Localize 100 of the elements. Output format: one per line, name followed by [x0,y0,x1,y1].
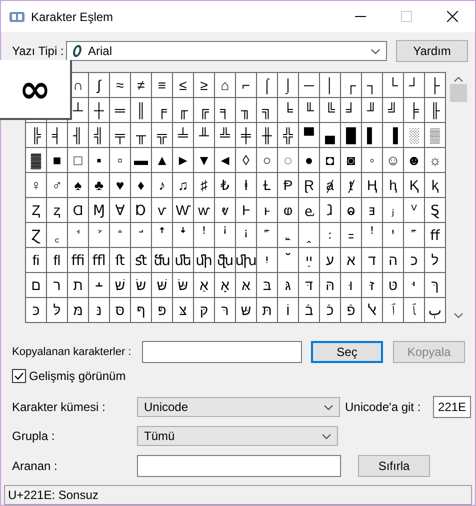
character-cell[interactable]: ⱦ [341,173,361,197]
character-cell[interactable]: ₺ [215,173,235,197]
character-cell[interactable]: ⱨ [383,173,403,197]
select-button[interactable]: Seç [311,341,383,363]
character-cell[interactable]: ║ [131,98,151,122]
character-cell[interactable]: ╔ [194,98,214,122]
character-cell[interactable]: ╠ [26,123,46,147]
character-cell[interactable]: ꜝ [194,223,214,247]
character-cell[interactable]: ♦ [131,173,151,197]
character-cell[interactable]: Ⱳ [173,198,193,222]
character-cell[interactable]: ≡ [152,73,172,97]
character-cell[interactable]: ﭒ [425,298,445,322]
character-cell[interactable]: ﬕ [194,248,214,272]
character-cell[interactable]: ⱻ [362,198,382,222]
character-cell[interactable]: ♠ [68,173,88,197]
character-cell[interactable]: ╢ [68,123,88,147]
character-cell[interactable]: ⱡ [236,173,256,197]
scroll-up-icon[interactable] [454,77,463,82]
character-cell[interactable]: כּ [26,298,46,322]
character-cell[interactable]: צּ [173,298,193,322]
character-cell[interactable]: ╛ [341,98,361,122]
character-cell[interactable]: ╞ [404,98,424,122]
character-cell[interactable]: ⱷ [278,198,298,222]
character-cell[interactable]: ☻ [404,148,424,172]
character-cell[interactable]: ▐ [383,123,403,147]
character-cell[interactable]: ꜡ [278,223,298,247]
character-cell[interactable]: ╗ [257,98,277,122]
character-cell[interactable]: ◊ [236,148,256,172]
character-cell[interactable]: ﬦ [26,273,46,297]
character-cell[interactable]: ≈ [110,73,130,97]
character-cell[interactable]: ╪ [236,123,256,147]
character-cell[interactable]: ꜝ [362,223,382,247]
character-cell[interactable]: ╣ [89,123,109,147]
character-cell[interactable]: ○ [257,148,277,172]
character-cell[interactable]: ♣ [89,173,109,197]
character-cell[interactable]: ╩ [215,123,235,147]
character-cell[interactable]: ﬔ [173,248,193,272]
character-cell[interactable]: ▒ [425,123,445,147]
character-cell[interactable]: ◦ [362,148,382,172]
character-cell[interactable]: ∫ [89,73,109,97]
character-cell[interactable]: אָ [215,273,235,297]
character-cell[interactable]: ╥ [131,123,151,147]
character-cell[interactable]: הּ [320,273,340,297]
character-cell[interactable]: ┼ [89,98,109,122]
character-cell[interactable]: ═ [110,98,130,122]
character-cell[interactable]: ﬖ [215,248,235,272]
character-cell[interactable]: │ [320,73,340,97]
character-cell[interactable]: ╙ [299,98,319,122]
character-cell[interactable]: זּ [362,273,382,297]
charset-dropdown[interactable]: Unicode [137,397,340,417]
character-cell[interactable]: ┘ [404,73,424,97]
character-cell[interactable]: ╝ [383,98,403,122]
character-cell[interactable]: לּ [47,298,67,322]
character-cell[interactable]: שּׁ [152,273,172,297]
character-cell[interactable]: Ɽ [299,173,319,197]
character-cell[interactable]: מּ [68,298,88,322]
character-cell[interactable]: ♂ [47,173,67,197]
character-cell[interactable]: ﭏ [362,298,382,322]
character-cell[interactable]: ⌂ [215,73,235,97]
character-cell[interactable]: ╡ [47,123,67,147]
font-dropdown[interactable]: Arial [66,41,387,61]
character-cell[interactable]: ╟ [425,98,445,122]
character-cell[interactable]: ┌ [341,73,361,97]
copy-field[interactable] [142,341,302,363]
character-cell[interactable]: ⌡ [278,73,298,97]
character-cell[interactable]: ─ [299,73,319,97]
character-cell[interactable]: שׁ [110,273,130,297]
help-button[interactable]: Yardım [396,40,468,62]
character-cell[interactable]: ⱼ [383,198,403,222]
character-cell[interactable]: ⱺ [341,198,361,222]
character-cell[interactable]: ꞉ [320,223,340,247]
character-cell[interactable]: ⱶ [257,198,277,222]
character-cell[interactable]: ☺ [383,148,403,172]
advanced-view-checkbox[interactable] [12,369,26,383]
character-cell[interactable]: אַ [194,273,214,297]
character-cell[interactable]: Ⱪ [404,173,424,197]
character-cell[interactable]: ■ [47,148,67,172]
character-cell[interactable]: Ȿ [425,198,445,222]
character-cell[interactable]: ꞌ [383,223,403,247]
character-cell[interactable]: יּ [404,273,424,297]
character-cell[interactable]: ﬧ [47,273,67,297]
character-cell[interactable]: ﬂ [47,248,67,272]
character-cell[interactable]: ꜗ [68,223,88,247]
character-cell[interactable]: ꜟ [236,223,256,247]
character-cell[interactable]: וּ [341,273,361,297]
character-cell[interactable]: ﬩ [89,273,109,297]
character-cell[interactable]: ﬃ [68,248,88,272]
character-cell[interactable]: ╜ [362,98,382,122]
character-cell[interactable]: ┐ [362,73,382,97]
character-cell[interactable]: ꜜ [173,223,193,247]
character-cell[interactable]: █ [341,123,361,147]
scroll-down-icon[interactable] [454,313,463,318]
character-cell[interactable]: ﬨ [68,273,88,297]
character-cell[interactable]: ◙ [341,148,361,172]
character-cell[interactable]: Ⱬ [26,198,46,222]
character-cell[interactable]: ⌐ [236,73,256,97]
character-cell[interactable]: ﬠ [320,248,340,272]
character-cell[interactable]: ☼ [425,148,445,172]
character-cell[interactable]: ⱳ [194,198,214,222]
character-cell[interactable]: ꞈ [299,223,319,247]
